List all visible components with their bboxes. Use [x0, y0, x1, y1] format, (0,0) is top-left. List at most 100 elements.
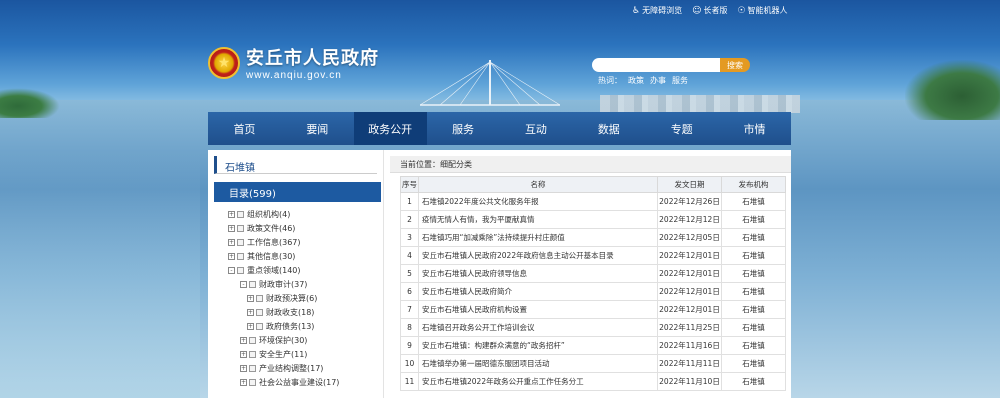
tree-node[interactable]: + 财政预决算(6)	[208, 291, 383, 305]
row-title-link[interactable]: 安丘市石堆镇人民政府简介	[418, 282, 658, 301]
collapse-icon[interactable]: -	[228, 266, 235, 274]
row-date: 2022年11月16日	[657, 336, 722, 355]
row-title-link[interactable]: 石堆镇巧用“加减乘除”法持续提升村庄颜值	[418, 228, 658, 247]
row-date: 2022年12月01日	[657, 300, 722, 319]
nav-gov-open[interactable]: 政务公开	[353, 112, 427, 145]
tree-node-label: 政策文件(46)	[247, 223, 296, 233]
row-title-link[interactable]: 安丘市石堆镇人民政府领导信息	[418, 264, 658, 283]
tree-node[interactable]: + 安全生产(11)	[208, 347, 383, 361]
expand-icon[interactable]: +	[240, 364, 247, 372]
row-title-link[interactable]: 石堆镇召开政务公开工作培训会议	[418, 318, 658, 337]
nav-data[interactable]: 数据	[572, 112, 645, 145]
node-checkbox-icon	[237, 252, 244, 260]
tree-node-label: 产业结构调整(17)	[259, 363, 324, 373]
expand-icon[interactable]: +	[240, 350, 247, 358]
table-row: 3 石堆镇巧用“加减乘除”法持续提升村庄颜值 2022年12月05日 石堆镇	[400, 228, 786, 247]
hot-word[interactable]: 服务	[672, 75, 688, 86]
nav-interaction[interactable]: 互动	[500, 112, 573, 145]
col-index: 序号	[400, 176, 419, 193]
row-org: 石堆镇	[721, 210, 786, 229]
row-date: 2022年12月01日	[657, 246, 722, 265]
tree-node[interactable]: + 工作信息(367)	[208, 235, 383, 249]
row-index: 3	[400, 228, 419, 247]
row-index: 6	[400, 282, 419, 301]
main-nav: 首页 要闻 政务公开 服务 互动 数据 专题 市情	[208, 112, 791, 145]
node-checkbox-icon	[237, 210, 244, 218]
tree-node[interactable]: + 环境保护(30)	[208, 333, 383, 347]
site-name: 安丘市人民政府	[246, 48, 379, 69]
national-emblem-icon: ★	[208, 46, 240, 79]
row-org: 石堆镇	[721, 354, 786, 373]
tree-node[interactable]: + 财政收支(18)	[208, 305, 383, 319]
table-row: 1 石堆镇2022年度公共文化服务年报 2022年12月26日 石堆镇	[400, 192, 786, 211]
expand-icon[interactable]: +	[247, 294, 254, 302]
site-logo[interactable]: ★ 安丘市人民政府 www.anqiu.gov.cn	[208, 44, 379, 81]
row-date: 2022年12月01日	[657, 282, 722, 301]
elder-icon: ☺	[692, 5, 702, 16]
search-bar: 搜索	[592, 58, 750, 72]
row-title-link[interactable]: 安丘市石堆镇：构建群众满意的“政务招杆”	[418, 336, 658, 355]
site-url: www.anqiu.gov.cn	[246, 70, 342, 81]
bridge-illustration	[420, 60, 560, 106]
expand-icon[interactable]: +	[228, 252, 235, 260]
row-title-link[interactable]: 安丘市石堆镇人民政府机构设置	[418, 300, 658, 319]
expand-icon[interactable]: +	[247, 322, 254, 330]
nav-home[interactable]: 首页	[208, 112, 281, 145]
sidebar-title: 石堆镇	[214, 156, 377, 174]
table-row: 7 安丘市石堆镇人民政府机构设置 2022年12月01日 石堆镇	[400, 300, 786, 319]
nav-topics[interactable]: 专题	[645, 112, 718, 145]
row-title-link[interactable]: 石堆镇举办第一届昭德东服团项目活动	[418, 354, 658, 373]
row-date: 2022年12月01日	[657, 264, 722, 283]
robot-link[interactable]: ☉ 智能机器人	[737, 5, 787, 16]
row-title-link[interactable]: 安丘市石堆镇2022年政务公开重点工作任务分工	[418, 372, 658, 391]
tree-node[interactable]: + 政府债务(13)	[208, 319, 383, 333]
row-org: 石堆镇	[721, 282, 786, 301]
row-title-link[interactable]: 疫情无情人有情，我为平厦献真情	[418, 210, 658, 229]
search-input[interactable]	[592, 58, 720, 72]
expand-icon[interactable]: +	[228, 210, 235, 218]
main-panel: 石堆镇 目录(599) + 组织机构(4) + 政策文件(46) + 工作信息(367) +…	[208, 150, 791, 398]
hot-word[interactable]: 办事	[650, 75, 666, 86]
breadcrumb: 当前位置：细配分类	[390, 156, 791, 173]
expand-icon[interactable]: +	[240, 336, 247, 344]
col-title: 名称	[418, 176, 658, 193]
table-row: 4 安丘市石堆镇人民政府2022年政府信息主动公开基本目录 2022年12月01日石…	[400, 246, 786, 265]
row-title-link[interactable]: 安丘市石堆镇人民政府2022年政府信息主动公开基本目录	[418, 246, 658, 265]
hot-words: 热词： 政策 办事 服务	[598, 75, 688, 86]
accessibility-link[interactable]: ♿ 无障碍浏览	[632, 5, 682, 16]
expand-icon[interactable]: +	[240, 378, 247, 386]
nav-city-info[interactable]: 市情	[718, 112, 791, 145]
nav-news[interactable]: 要闻	[281, 112, 354, 145]
row-title-link[interactable]: 石堆镇2022年度公共文化服务年报	[418, 192, 658, 211]
tree-node[interactable]: + 组织机构(4)	[208, 207, 383, 221]
category-tree: + 组织机构(4) + 政策文件(46) + 工作信息(367) + 其他信息(30) - 重点领…	[208, 207, 383, 389]
row-index: 2	[400, 210, 419, 229]
table-row: 5 安丘市石堆镇人民政府领导信息 2022年12月01日 石堆镇	[400, 264, 786, 283]
tree-node[interactable]: + 社会公益事业建设(17)	[208, 375, 383, 389]
nav-service[interactable]: 服务	[427, 112, 500, 145]
node-checkbox-icon	[249, 280, 256, 288]
hot-word[interactable]: 政策	[628, 75, 644, 86]
tree-node[interactable]: - 财政审计(37)	[208, 277, 383, 291]
expand-icon[interactable]: +	[247, 308, 254, 316]
collapse-icon[interactable]: -	[240, 280, 247, 288]
elder-version-link[interactable]: ☺ 长者版	[692, 5, 727, 16]
city-skyline	[600, 95, 800, 113]
expand-icon[interactable]: +	[228, 224, 235, 232]
tree-node[interactable]: - 重点领域(140)	[208, 263, 383, 277]
tree-node-label: 财政审计(37)	[259, 279, 308, 289]
tree-node-label: 工作信息(367)	[247, 237, 301, 247]
row-date: 2022年11月25日	[657, 318, 722, 337]
expand-icon[interactable]: +	[228, 238, 235, 246]
node-checkbox-icon	[237, 266, 244, 274]
tree-node-label: 财政收支(18)	[266, 307, 315, 317]
tree-node[interactable]: + 政策文件(46)	[208, 221, 383, 235]
search-button[interactable]: 搜索	[720, 58, 750, 72]
tree-node[interactable]: + 产业结构调整(17)	[208, 361, 383, 375]
tree-node[interactable]: + 其他信息(30)	[208, 249, 383, 263]
row-index: 9	[400, 336, 419, 355]
row-org: 石堆镇	[721, 336, 786, 355]
accessibility-icon: ♿	[632, 5, 641, 16]
row-org: 石堆镇	[721, 264, 786, 283]
catalog-header[interactable]: 目录(599)	[214, 182, 381, 202]
